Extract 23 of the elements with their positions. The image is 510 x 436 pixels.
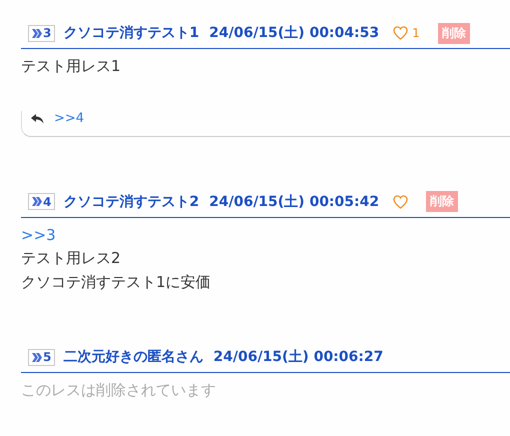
- post-text: テスト用レス1: [21, 56, 122, 77]
- like-button[interactable]: [393, 194, 408, 208]
- poster-name: クソコテ消すテスト1: [63, 24, 200, 42]
- double-chevron-icon: [32, 28, 42, 38]
- poster-name: 二次元好きの匿名さん: [63, 348, 204, 366]
- deleted-notice: このレスは削除されています: [21, 380, 217, 401]
- post-date: 24/06/15(土) 00:04:53: [209, 24, 380, 42]
- heart-icon: [393, 194, 408, 208]
- poster-name: クソコテ消すテスト2: [63, 192, 200, 210]
- post-number[interactable]: 3: [28, 24, 56, 42]
- double-chevron-icon: [32, 197, 42, 206]
- post-text: テスト用レス2: [21, 248, 122, 269]
- post-number[interactable]: 5: [28, 348, 56, 366]
- double-chevron-icon: [32, 352, 42, 362]
- reply-arrow-icon: [30, 113, 44, 124]
- heart-icon: [393, 26, 408, 40]
- post-date: 24/06/15(土) 00:05:42: [209, 192, 380, 210]
- post-date: 24/06/15(土) 00:06:27: [213, 348, 384, 366]
- post-text: クソコテ消すテスト1に安価: [21, 272, 212, 292]
- post-number[interactable]: 4: [28, 193, 56, 210]
- reply-link[interactable]: >>4: [54, 110, 84, 126]
- reply-anchor-link[interactable]: >>3: [21, 224, 510, 247]
- like-button[interactable]: 1: [393, 26, 420, 40]
